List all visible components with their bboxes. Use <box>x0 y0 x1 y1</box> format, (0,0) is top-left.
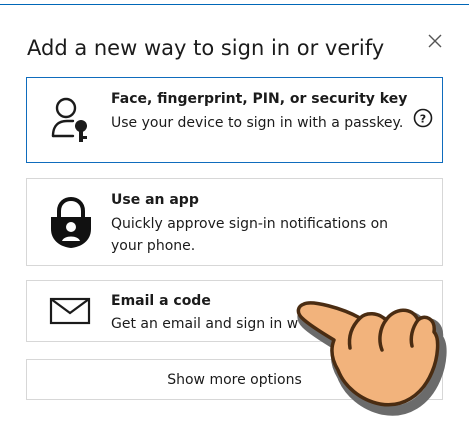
authenticator-lock-icon <box>51 197 91 248</box>
option-use-app[interactable]: Use an app Quickly approve sign-in notif… <box>26 178 443 266</box>
envelope-icon <box>49 297 91 325</box>
close-icon[interactable] <box>424 30 446 52</box>
pointing-hand-icon <box>296 301 447 416</box>
option-description: Use your device to sign in with a passke… <box>111 115 404 131</box>
svg-text:?: ? <box>420 113 426 126</box>
option-title: Use an app <box>111 192 199 208</box>
help-icon[interactable]: ? <box>413 108 433 128</box>
dialog-title: Add a new way to sign in or verify <box>27 36 385 60</box>
sign-in-method-dialog: Add a new way to sign in or verify Face,… <box>0 0 469 445</box>
option-description: Quickly approve sign-in notifications on… <box>111 216 389 254</box>
person-key-icon <box>51 97 87 142</box>
option-passkey[interactable]: Face, fingerprint, PIN, or security key … <box>26 77 443 163</box>
option-title: Email a code <box>111 293 211 309</box>
show-more-label: Show more options <box>167 371 302 388</box>
option-title: Face, fingerprint, PIN, or security key <box>111 91 408 107</box>
